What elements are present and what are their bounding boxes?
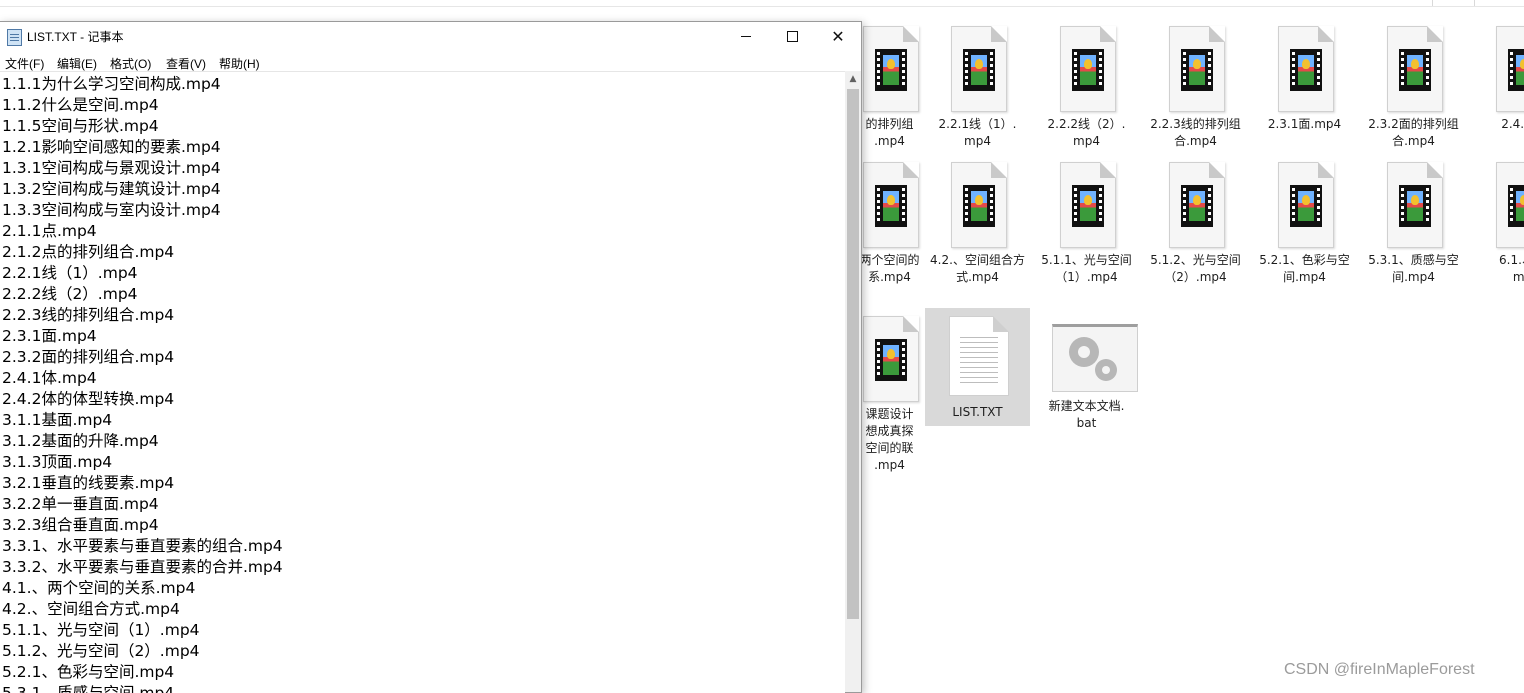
file-name: 2.3.2面的排列组 合.mp4 bbox=[1368, 117, 1459, 148]
menu-view[interactable]: 查看(V) bbox=[166, 55, 206, 72]
minimize-icon bbox=[741, 36, 751, 37]
file-name: 5.1.1、光与空间 （1）.mp4 bbox=[1041, 253, 1132, 284]
menu-file[interactable]: 文件(F) bbox=[5, 55, 44, 72]
scroll-thumb[interactable] bbox=[847, 89, 859, 619]
text-line: 2.3.1面.mp4 bbox=[2, 327, 97, 345]
file-item[interactable]: 2.2.1线（1）. mp4 bbox=[925, 26, 1030, 166]
file-name: 5.2.1、色彩与空 间.mp4 bbox=[1259, 253, 1350, 284]
file-name: 2.2.3线的排列组 合.mp4 bbox=[1150, 117, 1241, 148]
text-line: 2.4.1体.mp4 bbox=[2, 369, 97, 387]
menu-help[interactable]: 帮助(H) bbox=[219, 55, 260, 72]
file-item[interactable]: 2.2.3线的排列组 合.mp4 bbox=[1143, 26, 1248, 166]
text-line: 2.2.2线（2）.mp4 bbox=[2, 285, 138, 303]
video-file-icon bbox=[946, 162, 1010, 248]
window-title: LIST.TXT - 记事本 bbox=[27, 30, 124, 44]
text-line: 2.4.2体的体型转换.mp4 bbox=[2, 390, 175, 408]
video-file-icon bbox=[858, 316, 922, 402]
video-file-icon bbox=[946, 26, 1010, 112]
video-file-icon bbox=[1491, 26, 1524, 112]
text-line: 3.2.2单一垂直面.mp4 bbox=[2, 495, 159, 513]
text-line: 4.1.、两个空间的关系.mp4 bbox=[2, 579, 196, 597]
text-line: 1.1.5空间与形状.mp4 bbox=[2, 117, 159, 135]
video-file-icon bbox=[1055, 162, 1119, 248]
file-item[interactable]: 新建文本文档. bat bbox=[1034, 308, 1139, 448]
text-line: 1.3.3空间构成与室内设计.mp4 bbox=[2, 201, 221, 219]
maximize-icon bbox=[786, 31, 798, 42]
file-item[interactable]: 4.2.、空间组合方 式.mp4 bbox=[925, 162, 1030, 302]
text-line: 2.2.1线（1）.mp4 bbox=[2, 264, 138, 282]
notepad-window: LIST.TXT - 记事本 ✕ 文件(F) 编辑(E) 格式(O) 查看(V)… bbox=[0, 21, 862, 693]
video-file-icon bbox=[1164, 26, 1228, 112]
text-line: 5.1.1、光与空间（1）.mp4 bbox=[2, 621, 200, 639]
text-line: 2.1.1点.mp4 bbox=[2, 222, 97, 240]
close-icon: ✕ bbox=[831, 26, 845, 46]
text-line: 1.1.2什么是空间.mp4 bbox=[2, 96, 159, 114]
file-name: 5.1.2、光与空间 （2）.mp4 bbox=[1150, 253, 1241, 284]
watermark: CSDN @fireInMapleForest bbox=[1284, 661, 1475, 678]
file-name: 新建文本文档. bat bbox=[1048, 399, 1125, 430]
text-editor[interactable]: 1.1.1为什么学习空间构成.mp4 1.1.2什么是空间.mp4 1.1.5空间与… bbox=[0, 71, 845, 693]
video-file-icon bbox=[1491, 162, 1524, 248]
maximize-button[interactable] bbox=[769, 22, 815, 51]
file-name: 2.2.1线（1）. mp4 bbox=[938, 117, 1017, 148]
batch-file-icon bbox=[1052, 308, 1138, 394]
menu-format[interactable]: 格式(O) bbox=[110, 55, 151, 72]
file-item[interactable]: 5.1.2、光与空间 （2）.mp4 bbox=[1143, 162, 1248, 302]
text-line: 2.1.2点的排列组合.mp4 bbox=[2, 243, 175, 261]
minimize-button[interactable] bbox=[723, 22, 769, 51]
vertical-scrollbar[interactable]: ▲ bbox=[845, 71, 861, 692]
text-line: 5.1.2、光与空间（2）.mp4 bbox=[2, 642, 200, 660]
file-name: 2.2.2线（2）. mp4 bbox=[1047, 117, 1126, 148]
file-item[interactable]: LIST.TXT bbox=[925, 308, 1030, 426]
text-line: 4.2.、空间组合方式.mp4 bbox=[2, 600, 180, 618]
text-line: 1.3.2空间构成与建筑设计.mp4 bbox=[2, 180, 221, 198]
text-line: 5.2.1、色彩与空间.mp4 bbox=[2, 663, 175, 681]
text-line: 2.2.3线的排列组合.mp4 bbox=[2, 306, 175, 324]
text-line: 1.1.1为什么学习空间构成.mp4 bbox=[2, 75, 221, 93]
text-line: 3.3.1、水平要素与垂直要素的组合.mp4 bbox=[2, 537, 283, 555]
video-file-icon bbox=[1382, 162, 1446, 248]
notepad-icon bbox=[7, 29, 22, 46]
menu-bar: 文件(F) 编辑(E) 格式(O) 查看(V) 帮助(H) bbox=[0, 52, 861, 71]
file-item[interactable]: 6.1.、空 mp bbox=[1470, 162, 1524, 302]
file-name: 4.2.、空间组合方 式.mp4 bbox=[930, 253, 1025, 284]
text-line: 3.1.3顶面.mp4 bbox=[2, 453, 113, 471]
video-file-icon bbox=[1382, 26, 1446, 112]
file-item[interactable]: 5.3.1、质感与空 间.mp4 bbox=[1361, 162, 1466, 302]
file-name: 5.3.1、质感与空 间.mp4 bbox=[1368, 253, 1459, 284]
file-name: LIST.TXT bbox=[952, 405, 1003, 419]
text-line: 2.3.2面的排列组合.mp4 bbox=[2, 348, 175, 366]
menu-edit[interactable]: 编辑(E) bbox=[57, 55, 97, 72]
file-name: 2.3.1面.mp4 bbox=[1267, 117, 1342, 131]
video-file-icon bbox=[1273, 162, 1337, 248]
file-item[interactable]: 5.2.1、色彩与空 间.mp4 bbox=[1252, 162, 1357, 302]
title-bar[interactable]: LIST.TXT - 记事本 ✕ bbox=[0, 22, 861, 51]
text-line: 5.3.1、质感与空间.mp4 bbox=[2, 684, 175, 693]
file-name: 6.1.、空 mp bbox=[1499, 253, 1524, 284]
text-file-icon bbox=[946, 308, 1010, 396]
video-file-icon bbox=[858, 162, 922, 248]
close-button[interactable]: ✕ bbox=[815, 22, 861, 51]
scroll-up-icon[interactable]: ▲ bbox=[845, 71, 861, 88]
file-item[interactable]: 2.2.2线（2）. mp4 bbox=[1034, 26, 1139, 166]
file-item[interactable]: 2.3.1面.mp4 bbox=[1252, 26, 1357, 166]
file-item[interactable]: 2.3.2面的排列组 合.mp4 bbox=[1361, 26, 1466, 166]
video-file-icon bbox=[858, 26, 922, 112]
text-line: 3.1.1基面.mp4 bbox=[2, 411, 113, 429]
text-line: 1.3.1空间构成与景观设计.mp4 bbox=[2, 159, 221, 177]
text-line: 3.2.1垂直的线要素.mp4 bbox=[2, 474, 175, 492]
text-line: 3.2.3组合垂直面.mp4 bbox=[2, 516, 159, 534]
text-line: 3.3.2、水平要素与垂直要素的合并.mp4 bbox=[2, 558, 283, 576]
video-file-icon bbox=[1055, 26, 1119, 112]
video-file-icon bbox=[1273, 26, 1337, 112]
file-name: 2.4.1体 bbox=[1501, 117, 1524, 131]
file-item[interactable]: 5.1.1、光与空间 （1）.mp4 bbox=[1034, 162, 1139, 302]
text-line: 3.1.2基面的升降.mp4 bbox=[2, 432, 159, 450]
text-line: 1.2.1影响空间感知的要素.mp4 bbox=[2, 138, 221, 156]
file-item[interactable]: 2.4.1体 bbox=[1470, 26, 1524, 166]
video-file-icon bbox=[1164, 162, 1228, 248]
